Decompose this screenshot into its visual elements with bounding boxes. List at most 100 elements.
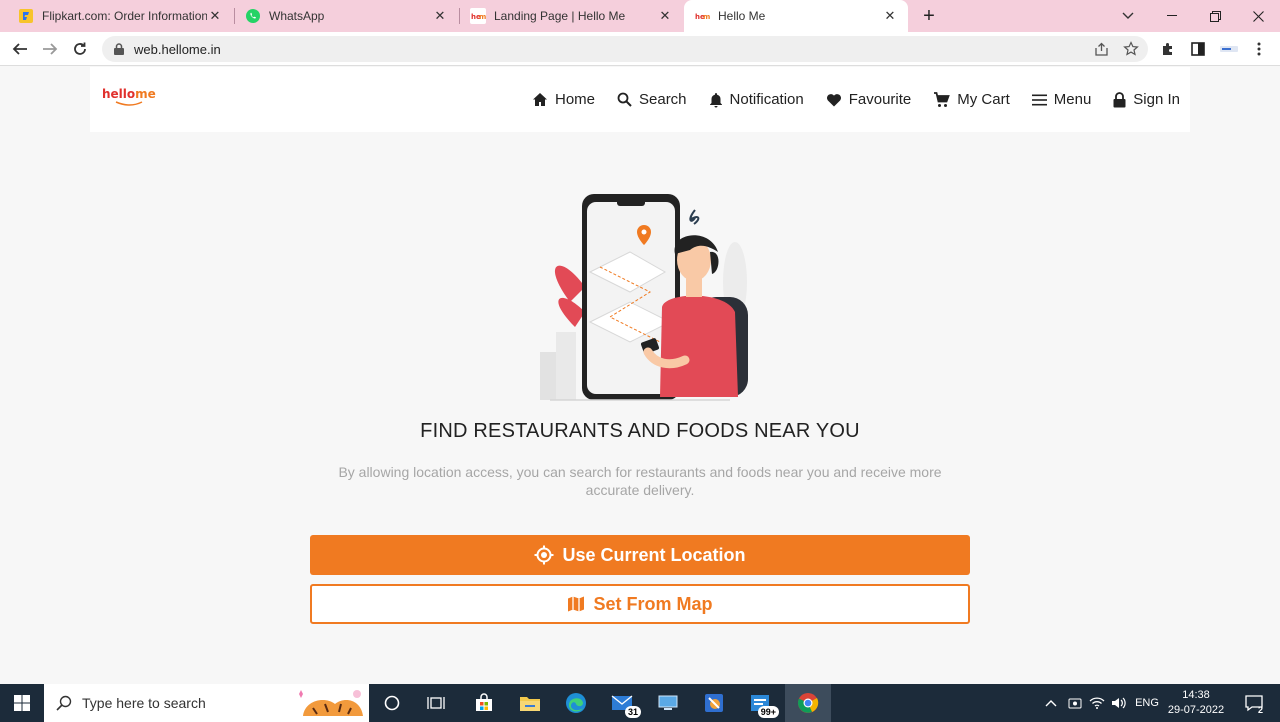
home-icon xyxy=(532,93,547,106)
taskbar-search-placeholder: Type here to search xyxy=(82,695,206,711)
nav-search[interactable]: Search xyxy=(617,91,687,108)
logo-text-hello: hello xyxy=(102,87,136,101)
store-icon[interactable] xyxy=(461,684,507,722)
cart-icon xyxy=(934,91,951,107)
address-bar[interactable]: web.hellome.in xyxy=(102,36,1148,62)
notes-app-icon[interactable]: 99+ xyxy=(737,684,783,722)
back-arrow-icon[interactable] xyxy=(8,37,32,61)
hellome-logo[interactable]: hellome xyxy=(102,87,156,106)
person-with-map-phone-illustration xyxy=(540,194,748,401)
set-from-map-button[interactable]: Set From Map xyxy=(310,584,970,624)
magnifier-icon xyxy=(56,695,72,711)
nav-label: Home xyxy=(554,91,595,108)
use-current-location-button[interactable]: Use Current Location xyxy=(310,535,970,575)
nav-label: Menu xyxy=(1053,91,1092,108)
nav-my-cart[interactable]: My Cart xyxy=(933,91,1010,108)
new-tab-button[interactable]: + xyxy=(918,5,940,27)
extensions-puzzle-icon[interactable] xyxy=(1156,37,1180,61)
clock[interactable]: 14:38 29-07-2022 xyxy=(1160,688,1232,718)
page-heading: FIND RESTAURANTS AND FOODS NEAR YOU xyxy=(420,420,860,442)
notification-center-icon[interactable]: 2 xyxy=(1236,684,1272,722)
tab-hello-me[interactable]: he m Hello Me ✕ xyxy=(684,0,908,32)
svg-text:m: m xyxy=(479,13,486,21)
profile-avatar-icon[interactable] xyxy=(1217,37,1241,61)
reload-icon[interactable] xyxy=(68,37,92,61)
file-explorer-icon[interactable] xyxy=(507,684,553,722)
menu-icon xyxy=(1031,94,1047,105)
taskbar-search-box[interactable]: Type here to search xyxy=(44,684,369,722)
nav-label: Notification xyxy=(729,91,804,108)
mail-icon[interactable]: 31 xyxy=(599,684,645,722)
hellome-favicon-icon: he m xyxy=(694,8,710,24)
hellome-favicon-icon: he m xyxy=(470,8,486,24)
svg-text:m: m xyxy=(703,13,710,21)
tab-title: WhatsApp xyxy=(269,9,325,23)
show-hidden-icons-chevron-icon[interactable] xyxy=(1040,684,1062,722)
close-window-icon[interactable] xyxy=(1236,0,1280,32)
browser-toolbar: web.hellome.in xyxy=(0,32,1280,66)
flipkart-icon xyxy=(18,8,34,24)
nav-home[interactable]: Home xyxy=(532,91,595,108)
logo-text-me: me xyxy=(135,87,156,101)
notification-count: 2 xyxy=(1257,705,1263,715)
padlock-icon xyxy=(114,43,126,55)
clock-time: 14:38 xyxy=(1182,689,1210,701)
wifi-icon[interactable] xyxy=(1086,684,1108,722)
task-view-icon[interactable] xyxy=(413,684,459,722)
nav-favourite[interactable]: Favourite xyxy=(826,91,912,108)
meet-now-icon[interactable] xyxy=(1064,684,1086,722)
map-icon xyxy=(568,596,585,612)
language-indicator[interactable]: ENG xyxy=(1132,684,1162,722)
heart-icon xyxy=(826,93,841,106)
tab-title: Flipkart.com: Order Information xyxy=(42,9,207,23)
web-page: hellome Home Search Notification Favouri… xyxy=(0,67,1280,684)
tab-search-chevron-icon[interactable] xyxy=(1106,0,1150,32)
button-label: Use Current Location xyxy=(562,544,746,565)
page-subtext: By allowing location access, you can sea… xyxy=(338,464,942,498)
edge-browser-icon[interactable] xyxy=(553,684,599,722)
nav-menu[interactable]: Menu xyxy=(1031,91,1092,108)
whatsapp-icon xyxy=(245,8,261,24)
close-tab-icon[interactable]: ✕ xyxy=(432,8,448,24)
site-header: hellome Home Search Notification Favouri… xyxy=(90,67,1190,132)
mail-badge: 31 xyxy=(624,706,641,718)
url-text: web.hellome.in xyxy=(134,41,221,57)
side-panel-icon[interactable] xyxy=(1186,37,1210,61)
close-tab-icon[interactable]: ✕ xyxy=(657,8,673,24)
volume-icon[interactable] xyxy=(1108,684,1130,722)
cortana-icon[interactable] xyxy=(369,684,415,722)
tab-title: Hello Me xyxy=(718,9,766,23)
tab-title: Landing Page | Hello Me xyxy=(494,9,626,23)
close-tab-icon[interactable]: ✕ xyxy=(207,8,223,24)
clock-date: 29-07-2022 xyxy=(1167,704,1225,716)
app-badge: 99+ xyxy=(757,706,779,718)
chrome-icon[interactable] xyxy=(785,684,831,722)
search-icon xyxy=(617,92,632,107)
minimize-window-icon[interactable] xyxy=(1150,0,1194,32)
crosshair-location-icon xyxy=(534,545,554,565)
close-tab-icon[interactable]: ✕ xyxy=(882,8,898,24)
browser-tabstrip: Flipkart.com: Order Information ✕ WhatsA… xyxy=(0,0,1280,32)
main-nav: Home Search Notification Favourite My Ca… xyxy=(510,67,1180,132)
nav-notification[interactable]: Notification xyxy=(709,91,804,108)
nav-sign-in[interactable]: Sign In xyxy=(1113,91,1180,108)
tab-flipkart[interactable]: Flipkart.com: Order Information ✕ xyxy=(8,0,233,32)
nav-label: Search xyxy=(639,91,687,108)
nav-label: Favourite xyxy=(848,91,912,108)
button-label: Set From Map xyxy=(593,593,713,614)
windows-taskbar: Type here to search 31 99+ ENG 14:38 29-… xyxy=(0,684,1280,722)
search-highlight-tiger-icon xyxy=(295,686,367,720)
remote-desktop-icon[interactable] xyxy=(645,684,691,722)
nav-label: My Cart xyxy=(957,91,1010,108)
bookmark-star-icon[interactable] xyxy=(1119,37,1143,61)
tab-whatsapp[interactable]: WhatsApp ✕ xyxy=(235,0,458,32)
app-launcher-icon[interactable] xyxy=(691,684,737,722)
windows-start-icon[interactable] xyxy=(0,684,44,722)
bell-icon xyxy=(709,92,722,107)
restore-window-icon[interactable] xyxy=(1193,0,1237,32)
forward-arrow-icon[interactable] xyxy=(38,37,62,61)
logo-smile-icon xyxy=(115,101,143,106)
share-icon[interactable] xyxy=(1089,37,1113,61)
tab-landing-page[interactable]: he m Landing Page | Hello Me ✕ xyxy=(460,0,683,32)
more-vertical-icon[interactable] xyxy=(1247,37,1271,61)
